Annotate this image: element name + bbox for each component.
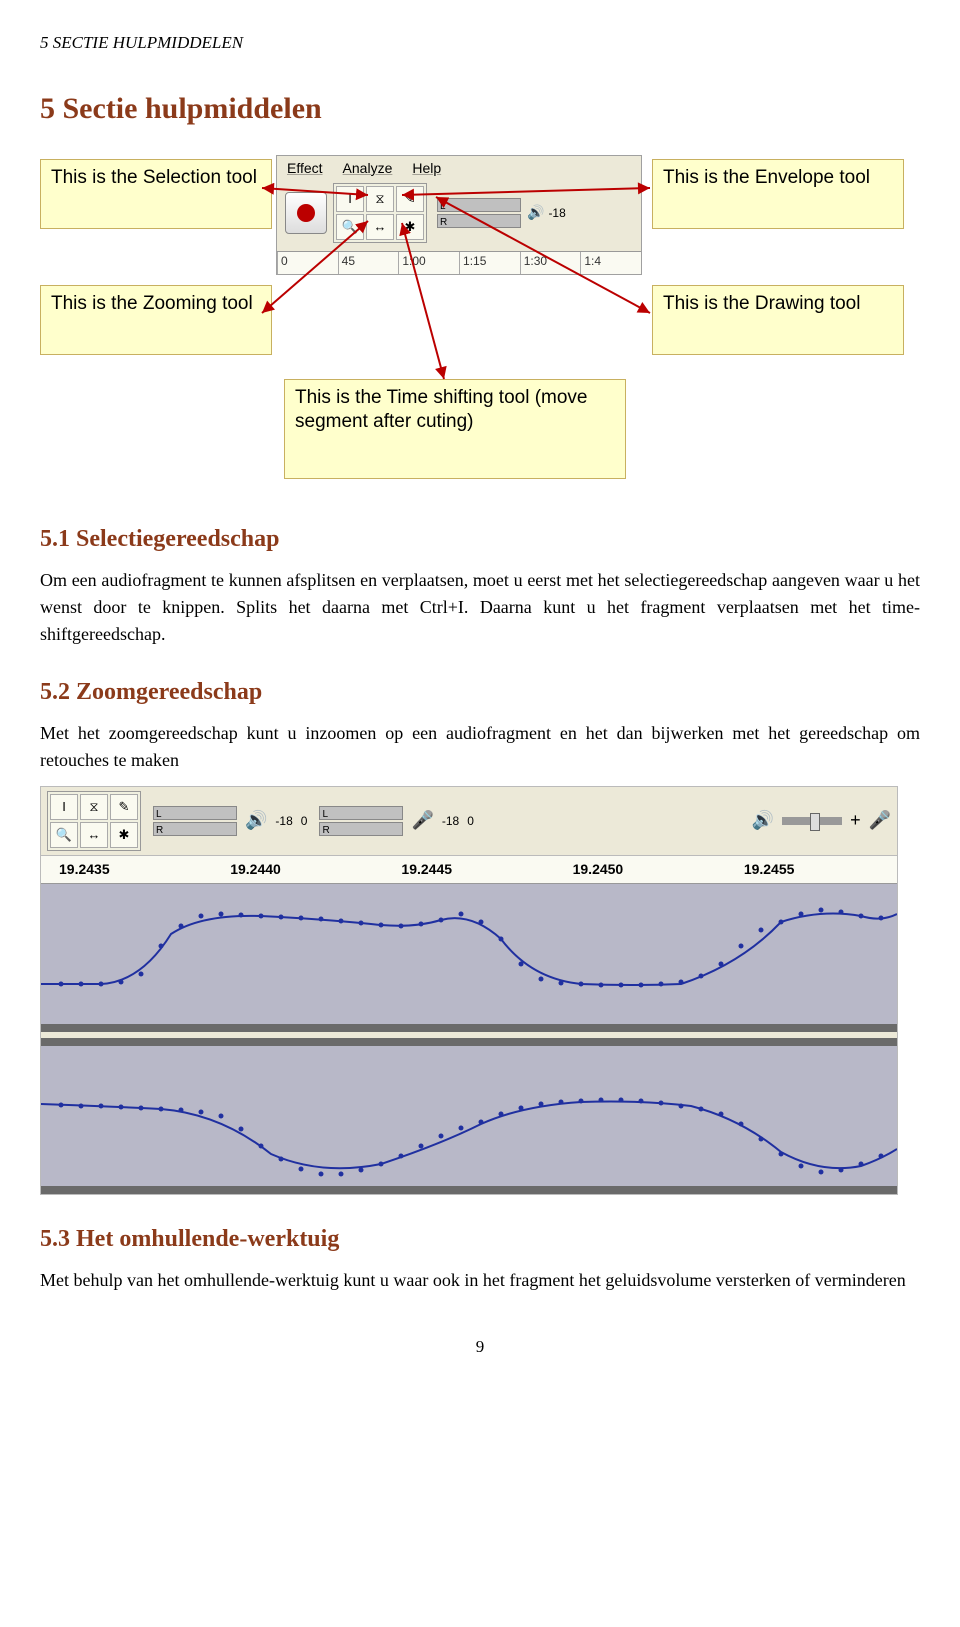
waveform-area <box>41 884 897 1194</box>
label-neg18: -18 <box>275 812 292 830</box>
tool-grid: I ⧖ ✎ 🔍 ↔ ✱ <box>333 183 427 243</box>
ruler-tick: 19.2440 <box>212 859 383 880</box>
envelope-tool-icon[interactable]: ⧖ <box>80 794 108 820</box>
callout-envelope-tool: This is the Envelope tool <box>652 159 904 229</box>
tool-grid-2: I ⧖ ✎ 🔍 ↔ ✱ <box>47 791 141 851</box>
label-neg18-b: -18 <box>442 812 459 830</box>
sec-5-3-title: 5.3 Het omhullende-werktuig <box>40 1221 920 1257</box>
section-title: 5 Sectie hulpmiddelen <box>40 86 920 131</box>
callout-draw-tool: This is the Drawing tool <box>652 285 904 355</box>
menu-analyze[interactable]: Analyze <box>343 158 393 179</box>
meter-left-2: L <box>319 806 403 820</box>
ruler-tick: 19.2435 <box>41 859 212 880</box>
menu-help[interactable]: Help <box>412 158 441 179</box>
meter-left: L <box>437 198 521 212</box>
ruler-tick: 1:15 <box>459 252 520 274</box>
sec-5-1-body: Om een audiofragment te kunnen afsplitse… <box>40 567 920 648</box>
sec-5-3-body: Met behulp van het omhullende-werktuig k… <box>40 1267 920 1294</box>
ruler-tick: 45 <box>338 252 399 274</box>
figure-zoomed-waveform: I ⧖ ✎ 🔍 ↔ ✱ L R 🔊 -18 0 L R 🎤 -18 0 🔊 + … <box>40 786 898 1195</box>
sec-5-2-body: Met het zoomgereedschap kunt u inzoomen … <box>40 720 920 774</box>
draw-tool-icon[interactable]: ✎ <box>110 794 138 820</box>
selection-tool-icon[interactable]: I <box>50 794 78 820</box>
figure-tools-annotated: Effect Analyze Help I ⧖ ✎ 🔍 ↔ ✱ L R 🔊 -1… <box>40 155 900 495</box>
ruler-tick: 1:4 <box>580 252 641 274</box>
page-header: 5 SECTIE HULPMIDDELEN <box>40 30 920 56</box>
speaker-icon: 🔊 <box>245 807 267 834</box>
label-zero: 0 <box>301 812 308 830</box>
menu-effect[interactable]: Effect <box>287 158 323 179</box>
meter-label-neg18: -18 <box>548 204 565 222</box>
ruler-tick: 0 <box>277 252 338 274</box>
selection-tool-icon[interactable]: I <box>336 186 364 212</box>
timeshift-tool-icon[interactable]: ↔ <box>80 822 108 848</box>
fig2-ruler: 19.2435 19.2440 19.2445 19.2450 19.2455 <box>41 856 897 884</box>
level-meters: L R <box>437 198 521 228</box>
mic-icon-2: 🎤 <box>869 807 891 834</box>
envelope-tool-icon[interactable]: ⧖ <box>366 186 394 212</box>
zoom-tool-icon[interactable]: 🔍 <box>50 822 78 848</box>
multi-tool-icon[interactable]: ✱ <box>110 822 138 848</box>
sec-5-2-title: 5.2 Zoomgereedschap <box>40 674 920 710</box>
speaker-icon: 🔊 <box>527 202 544 223</box>
ruler-tick: 1:00 <box>398 252 459 274</box>
ruler-tick: 19.2450 <box>555 859 726 880</box>
mic-icon: 🎤 <box>411 807 433 834</box>
plus-icon: + <box>850 807 861 834</box>
meter-left: L <box>153 806 237 820</box>
meter-right: R <box>153 822 237 836</box>
timeshift-tool-icon[interactable]: ↔ <box>366 214 394 240</box>
waveform-svg <box>41 884 897 1194</box>
callout-zoom-tool: This is the Zooming tool <box>40 285 272 355</box>
audacity-toolbar: Effect Analyze Help I ⧖ ✎ 🔍 ↔ ✱ L R 🔊 -1… <box>276 155 642 275</box>
speaker-icon-2: 🔊 <box>752 807 774 834</box>
multi-tool-icon[interactable]: ✱ <box>396 214 424 240</box>
draw-tool-icon[interactable]: ✎ <box>396 186 424 212</box>
menubar: Effect Analyze Help <box>277 156 641 181</box>
ruler-tick: 1:30 <box>520 252 581 274</box>
sec-5-1-title: 5.1 Selectiegereedschap <box>40 521 920 557</box>
ruler-tick: 19.2445 <box>383 859 554 880</box>
page-number: 9 <box>40 1334 920 1360</box>
meter-right: R <box>437 214 521 228</box>
callout-selection-tool: This is the Selection tool <box>40 159 272 229</box>
label-zero-b: 0 <box>467 812 474 830</box>
record-button[interactable] <box>285 192 327 234</box>
ruler-tick: 19.2455 <box>726 859 897 880</box>
meter-right-2: R <box>319 822 403 836</box>
fig2-toolbar: I ⧖ ✎ 🔍 ↔ ✱ L R 🔊 -18 0 L R 🎤 -18 0 🔊 + … <box>41 787 897 856</box>
callout-timeshift-tool: This is the Time shifting tool (move seg… <box>284 379 626 479</box>
zoom-tool-icon[interactable]: 🔍 <box>336 214 364 240</box>
timeline-ruler: 0 45 1:00 1:15 1:30 1:4 <box>277 251 641 274</box>
